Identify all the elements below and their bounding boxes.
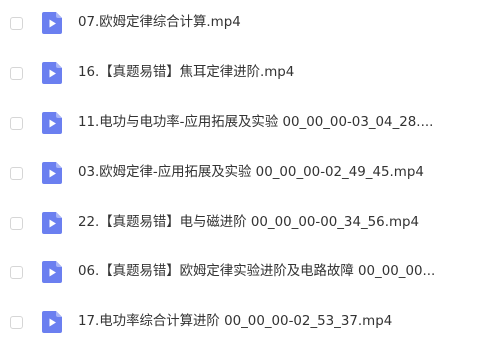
list-item[interactable]: 07.欧姆定律综合计算.mp4 xyxy=(0,3,477,43)
video-file-icon xyxy=(42,12,62,34)
list-item[interactable]: 11.电功与电功率-应用拓展及实验 00_00_00-03_04_28.... xyxy=(0,103,477,143)
select-checkbox[interactable] xyxy=(10,66,23,80)
file-name: 07.欧姆定律综合计算.mp4 xyxy=(78,15,241,30)
select-checkbox[interactable] xyxy=(10,16,23,30)
file-name: 17.电功率综合计算进阶 00_00_00-02_53_37.mp4 xyxy=(78,314,393,329)
select-checkbox[interactable] xyxy=(10,265,23,279)
video-file-icon xyxy=(42,162,62,184)
list-item[interactable]: 16.【真题易错】焦耳定律进阶.mp4 xyxy=(0,53,477,93)
file-name: 22.【真题易错】电与磁进阶 00_00_00-00_34_56.mp4 xyxy=(78,215,420,230)
list-item[interactable]: 17.电功率综合计算进阶 00_00_00-02_53_37.mp4 xyxy=(0,302,477,342)
file-name: 16.【真题易错】焦耳定律进阶.mp4 xyxy=(78,65,295,80)
select-checkbox[interactable] xyxy=(10,315,23,329)
file-name: 06.【真题易错】欧姆定律实验进阶及电路故障 00_00_00... xyxy=(78,264,436,279)
file-name: 03.欧姆定律-应用拓展及实验 00_00_00-02_49_45.mp4 xyxy=(78,165,424,180)
video-file-icon xyxy=(42,112,62,134)
video-file-icon xyxy=(42,311,62,333)
video-file-icon xyxy=(42,212,62,234)
select-checkbox[interactable] xyxy=(10,216,23,230)
select-checkbox[interactable] xyxy=(10,116,23,130)
video-file-icon xyxy=(42,62,62,84)
video-file-icon xyxy=(42,261,62,283)
select-checkbox[interactable] xyxy=(10,166,23,180)
list-item[interactable]: 22.【真题易错】电与磁进阶 00_00_00-00_34_56.mp4 xyxy=(0,203,477,243)
file-name: 11.电功与电功率-应用拓展及实验 00_00_00-03_04_28.... xyxy=(78,115,434,130)
file-list: 07.欧姆定律综合计算.mp4 16.【真题易错】焦耳定律进阶.mp4 11.电… xyxy=(0,0,477,333)
list-item[interactable]: 03.欧姆定律-应用拓展及实验 00_00_00-02_49_45.mp4 xyxy=(0,153,477,193)
list-item[interactable]: 06.【真题易错】欧姆定律实验进阶及电路故障 00_00_00... xyxy=(0,252,477,292)
